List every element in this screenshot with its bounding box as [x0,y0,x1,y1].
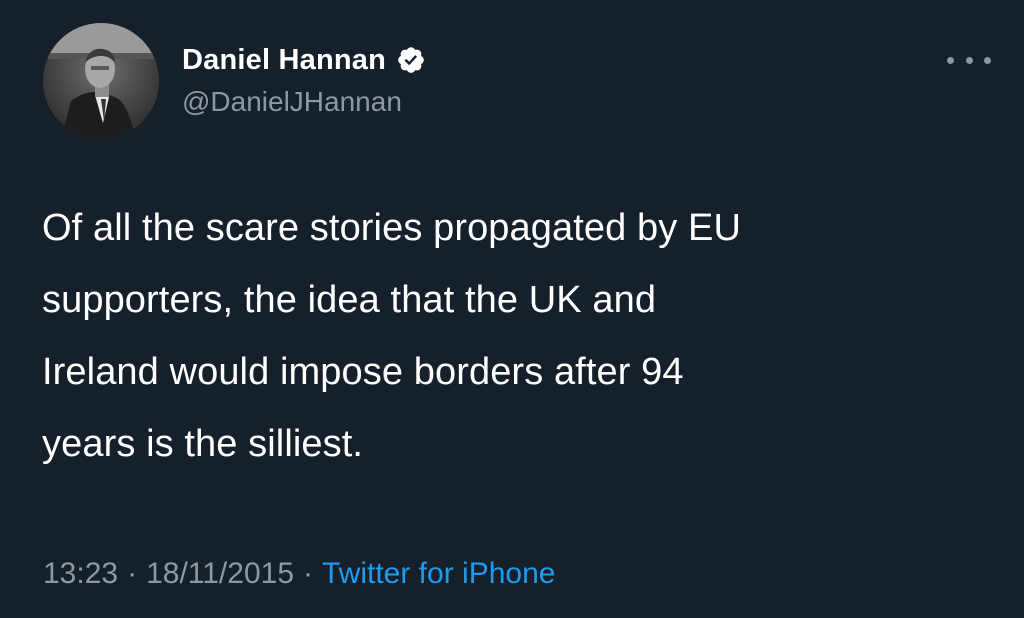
verified-badge-icon [396,45,426,75]
avatar[interactable] [43,23,159,139]
tweet-source-link[interactable]: Twitter for iPhone [322,552,555,596]
display-name[interactable]: Daniel Hannan [182,40,386,80]
meta-separator: · [303,557,313,590]
profile-photo [43,23,159,139]
tweet-time[interactable]: 13:23 [43,552,118,596]
user-handle[interactable]: @DanielJHannan [182,84,402,120]
tweet-text-line: years is the silliest. [42,423,364,465]
more-dot [965,56,973,64]
tweet-text-line: Of all the scare stories propagated by E… [42,207,742,249]
tweet-text-line: supporters, the idea that the UK and [42,279,657,321]
more-dot [947,56,954,64]
tweet-metadata: 13:23 · 18/11/2015 · Twitter for iPhone [43,552,555,596]
tweet-text: Of all the scare stories propagated by E… [42,192,992,480]
tweet-text-line: Ireland would impose borders after 94 [42,351,684,393]
tweet-card: Daniel Hannan @DanielJHannan Of all the … [0,0,1024,618]
author-name-row[interactable]: Daniel Hannan [182,40,426,80]
more-options-icon[interactable] [944,47,994,73]
meta-separator: · [127,557,138,590]
more-dot [984,56,991,64]
tweet-date[interactable]: 18/11/2015 [146,552,294,596]
